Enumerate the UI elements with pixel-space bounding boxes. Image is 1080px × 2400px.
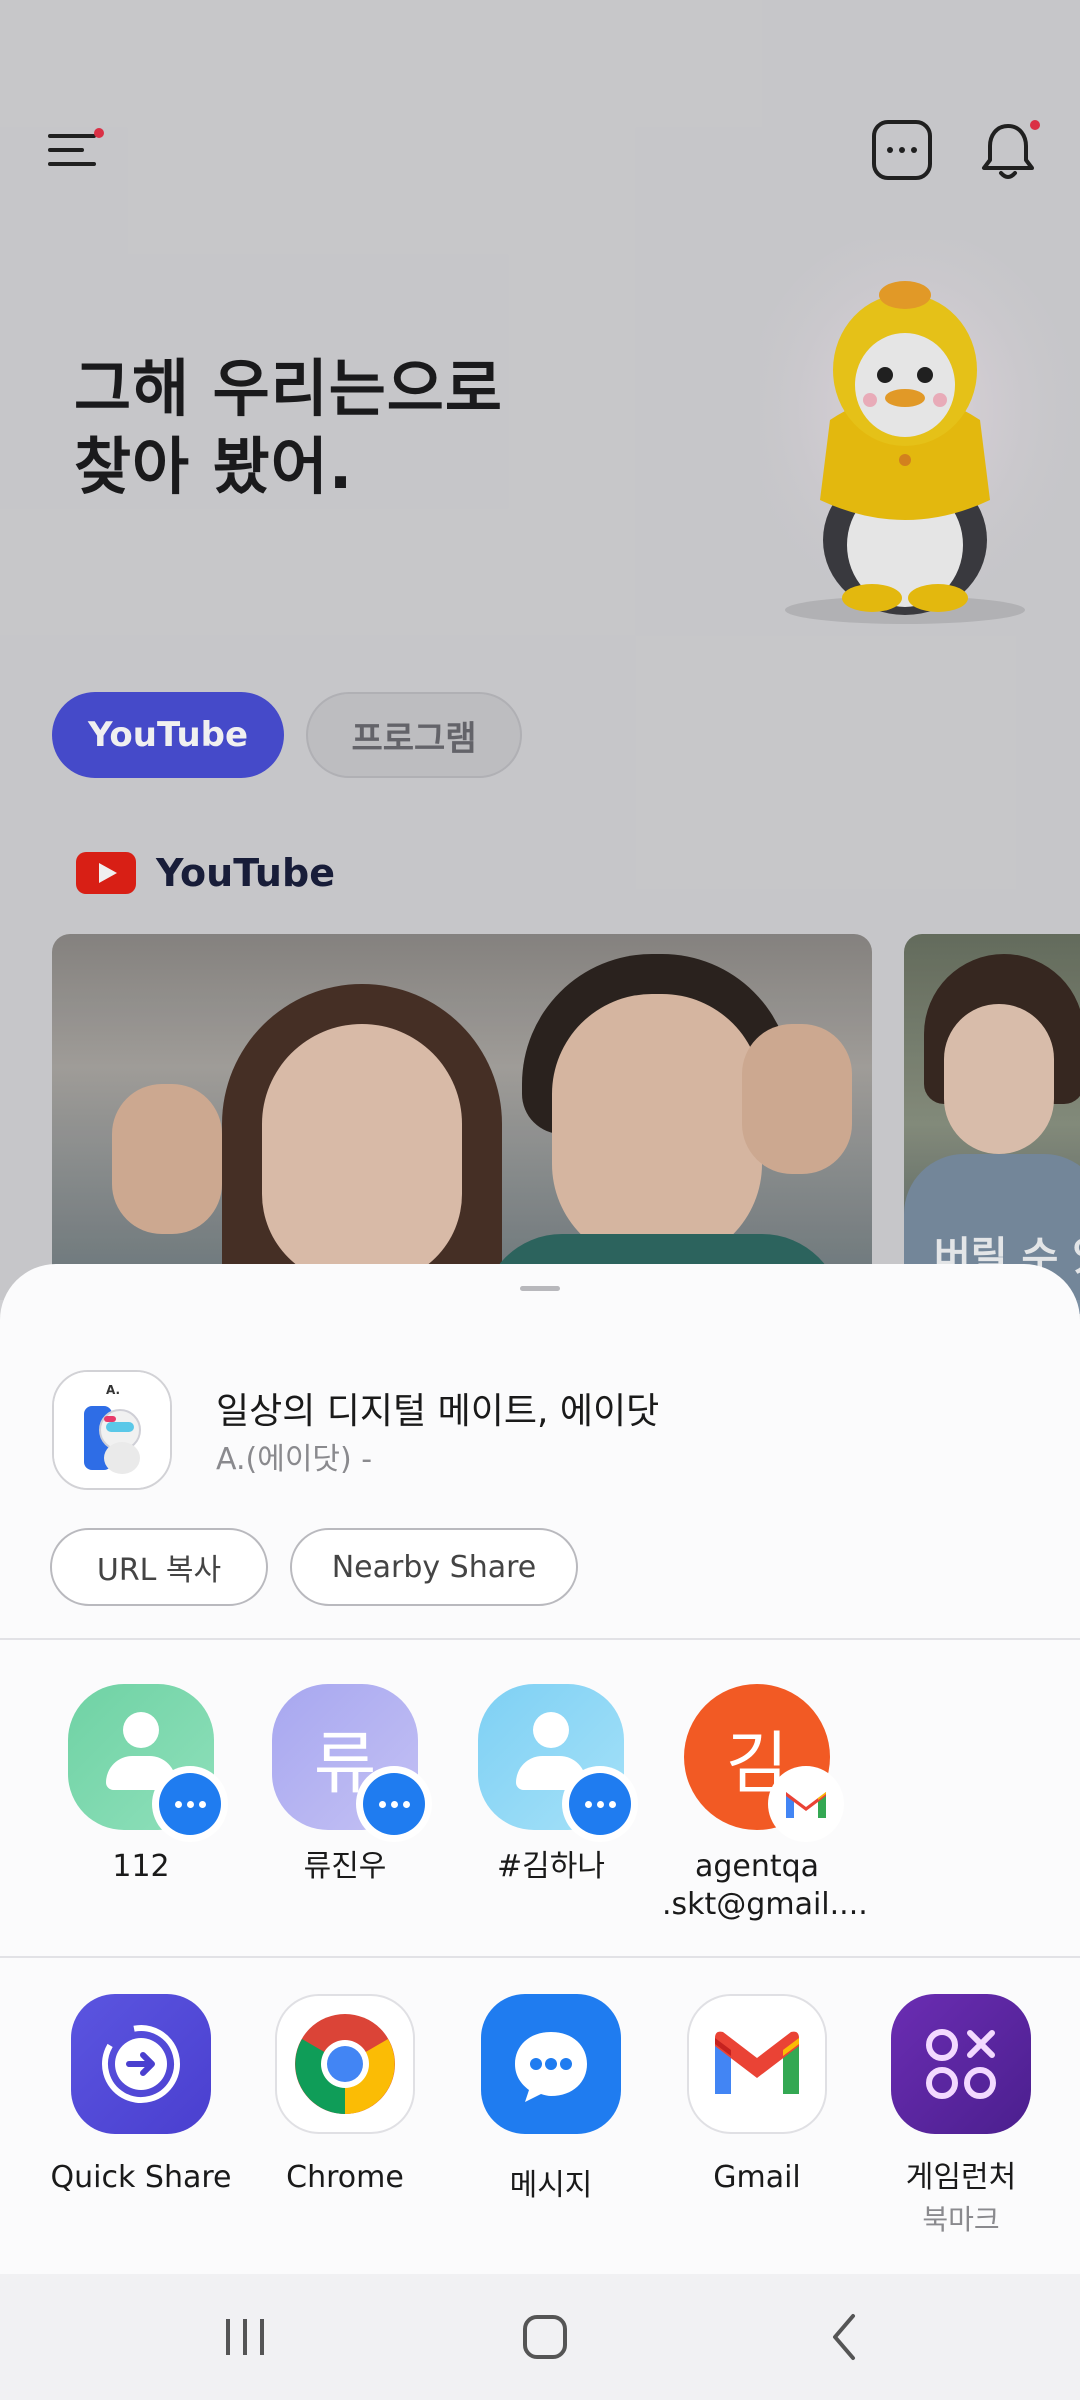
app-sublabel: 북마크	[922, 2203, 1000, 2236]
contact-112[interactable]: 112	[46, 1684, 236, 1886]
contact-name: 류진우	[303, 1849, 387, 1884]
contact-ryu-jinwoo[interactable]: 류 류진우	[250, 1684, 440, 1886]
contact-name-line-2: .skt@gmail....	[662, 1887, 868, 1922]
messages-icon	[356, 1766, 432, 1842]
contact-name: 112	[112, 1849, 170, 1884]
preview-title: 일상의 디지털 메이트, 에이닷	[216, 1391, 660, 1432]
system-navigation-bar	[0, 2274, 1080, 2400]
home-icon[interactable]	[500, 2302, 590, 2372]
chrome-icon	[275, 1994, 415, 2134]
quick-share-icon	[71, 1994, 211, 2134]
app-quick-share[interactable]: Quick Share	[46, 1994, 236, 2195]
background-app: 그해 우리는으로 찾아 봤어. YouTube 프로그램 YouTube 버릴 …	[0, 0, 1080, 1314]
gmail-icon	[687, 1994, 827, 2134]
share-sheet: A. 일상의 디지털 메이트, 에이닷 A.(에이닷) - URL 복사 Nea…	[0, 1264, 1080, 2274]
app-chrome[interactable]: Chrome	[250, 1994, 440, 2195]
messages-icon	[152, 1766, 228, 1842]
app-label: Quick Share	[50, 2160, 232, 2195]
svg-text:A.: A.	[106, 1383, 120, 1397]
app-label: Gmail	[713, 2160, 801, 2195]
app-label: 메시지	[509, 2168, 593, 2203]
gmail-icon	[768, 1766, 844, 1842]
nearby-share-button[interactable]: Nearby Share	[290, 1528, 578, 1606]
app-gmail[interactable]: Gmail	[662, 1994, 852, 2195]
divider	[0, 1638, 1080, 1640]
recent-apps-icon[interactable]	[200, 2302, 290, 2372]
preview-subtitle: A.(에이닷) -	[216, 1442, 373, 1477]
divider	[0, 1956, 1080, 1958]
messages-icon	[562, 1766, 638, 1842]
drag-handle[interactable]	[520, 1286, 560, 1291]
app-label: 게임런처	[905, 2160, 1017, 2195]
contact-name-line-1: agentqa	[694, 1849, 820, 1884]
back-icon[interactable]	[800, 2302, 890, 2372]
app-game-launcher[interactable]: 게임런처 북마크	[866, 1994, 1056, 2238]
app-messages[interactable]: 메시지	[456, 1994, 646, 2204]
contact-name: #김하나	[497, 1849, 605, 1884]
scrim[interactable]	[0, 0, 1080, 1300]
contact-agentqa[interactable]: 김 agentqa .skt@gmail....	[662, 1684, 868, 1924]
messages-icon	[481, 1994, 621, 2134]
contact-kim-hana[interactable]: #김하나	[456, 1684, 646, 1886]
game-launcher-icon	[891, 1994, 1031, 2134]
app-preview-icon: A.	[52, 1370, 172, 1490]
app-label: Chrome	[286, 2160, 404, 2195]
url-copy-button[interactable]: URL 복사	[50, 1528, 268, 1606]
contact-name: agentqa .skt@gmail....	[662, 1848, 868, 1924]
